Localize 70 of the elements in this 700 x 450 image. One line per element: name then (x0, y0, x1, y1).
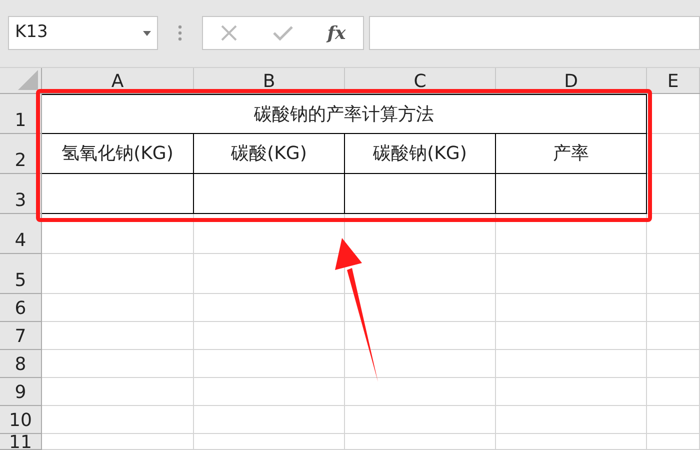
row-header[interactable]: 8 (0, 350, 42, 378)
grid-cell[interactable] (647, 322, 700, 350)
grid-cell[interactable] (496, 406, 647, 434)
grid-cell[interactable] (647, 134, 700, 174)
grid-cell[interactable] (194, 378, 345, 406)
grid-cell[interactable] (647, 434, 700, 450)
grid-cell[interactable] (647, 174, 700, 214)
row-header[interactable]: 5 (0, 254, 42, 294)
grid-cell[interactable] (496, 294, 647, 322)
row-header[interactable]: 4 (0, 214, 42, 254)
cell-reference: K13 (15, 21, 48, 44)
grid-cell[interactable] (42, 294, 194, 322)
table-cell[interactable] (496, 174, 647, 214)
select-all-triangle-icon[interactable] (18, 70, 38, 90)
grid-cell[interactable] (496, 214, 647, 254)
grid-cell[interactable] (42, 322, 194, 350)
table-cell[interactable] (42, 174, 194, 214)
dropdown-caret-icon (143, 30, 151, 36)
row-header[interactable]: 11 (0, 434, 42, 450)
grid-cell[interactable] (647, 94, 700, 134)
header-cell: 碳酸钠(KG) (345, 134, 496, 174)
grid-cell[interactable] (345, 378, 496, 406)
insert-function-button[interactable]: fx (327, 20, 346, 46)
grid-cell[interactable] (194, 406, 345, 434)
grid-cell[interactable] (496, 350, 647, 378)
grid-cell[interactable] (194, 322, 345, 350)
check-icon[interactable] (272, 25, 293, 41)
grid-cell[interactable] (496, 254, 647, 294)
header-cell: 碳酸(KG) (194, 134, 345, 174)
grid-cell[interactable] (647, 350, 700, 378)
row-header[interactable]: 6 (0, 294, 42, 322)
row-header[interactable]: 9 (0, 378, 42, 406)
grid-cell[interactable] (647, 254, 700, 294)
column-header[interactable]: C (345, 68, 496, 93)
row-header[interactable]: 3 (0, 174, 42, 214)
column-header[interactable]: A (42, 68, 194, 93)
grid-cell[interactable] (647, 214, 700, 254)
table-cell[interactable] (345, 174, 496, 214)
column-header[interactable]: B (194, 68, 345, 93)
grid-cell[interactable] (647, 378, 700, 406)
grid-cell[interactable] (496, 322, 647, 350)
table-cell[interactable] (194, 174, 345, 214)
row-header[interactable]: 10 (0, 406, 42, 434)
header-cell: 产率 (496, 134, 647, 174)
grid-cell[interactable] (194, 434, 345, 450)
grid-cell[interactable] (194, 350, 345, 378)
drag-handle-icon (178, 25, 182, 41)
cancel-icon[interactable] (220, 24, 238, 42)
name-box[interactable]: K13 (8, 16, 158, 50)
grid-cell[interactable] (647, 406, 700, 434)
column-header[interactable]: E (647, 68, 700, 93)
grid-cell[interactable] (194, 294, 345, 322)
table-title: 碳酸钠的产率计算方法 (42, 94, 647, 134)
header-cell: 氢氧化钠(KG) (42, 134, 194, 174)
grid-cell[interactable] (345, 434, 496, 450)
column-header[interactable]: D (496, 68, 647, 93)
grid-cell[interactable] (42, 434, 194, 450)
grid-cell[interactable] (496, 378, 647, 406)
grid-cell[interactable] (496, 434, 647, 450)
row-header[interactable]: 1 (0, 94, 42, 134)
grid-cell[interactable] (42, 350, 194, 378)
grid-cell[interactable] (42, 406, 194, 434)
grid-cell[interactable] (42, 254, 194, 294)
formula-input[interactable] (369, 16, 700, 50)
row-header[interactable]: 7 (0, 322, 42, 350)
grid-cell[interactable] (647, 294, 700, 322)
row-header[interactable]: 2 (0, 134, 42, 174)
grid-cell[interactable] (345, 406, 496, 434)
grid-cell[interactable] (42, 378, 194, 406)
grid-cell[interactable] (42, 214, 194, 254)
